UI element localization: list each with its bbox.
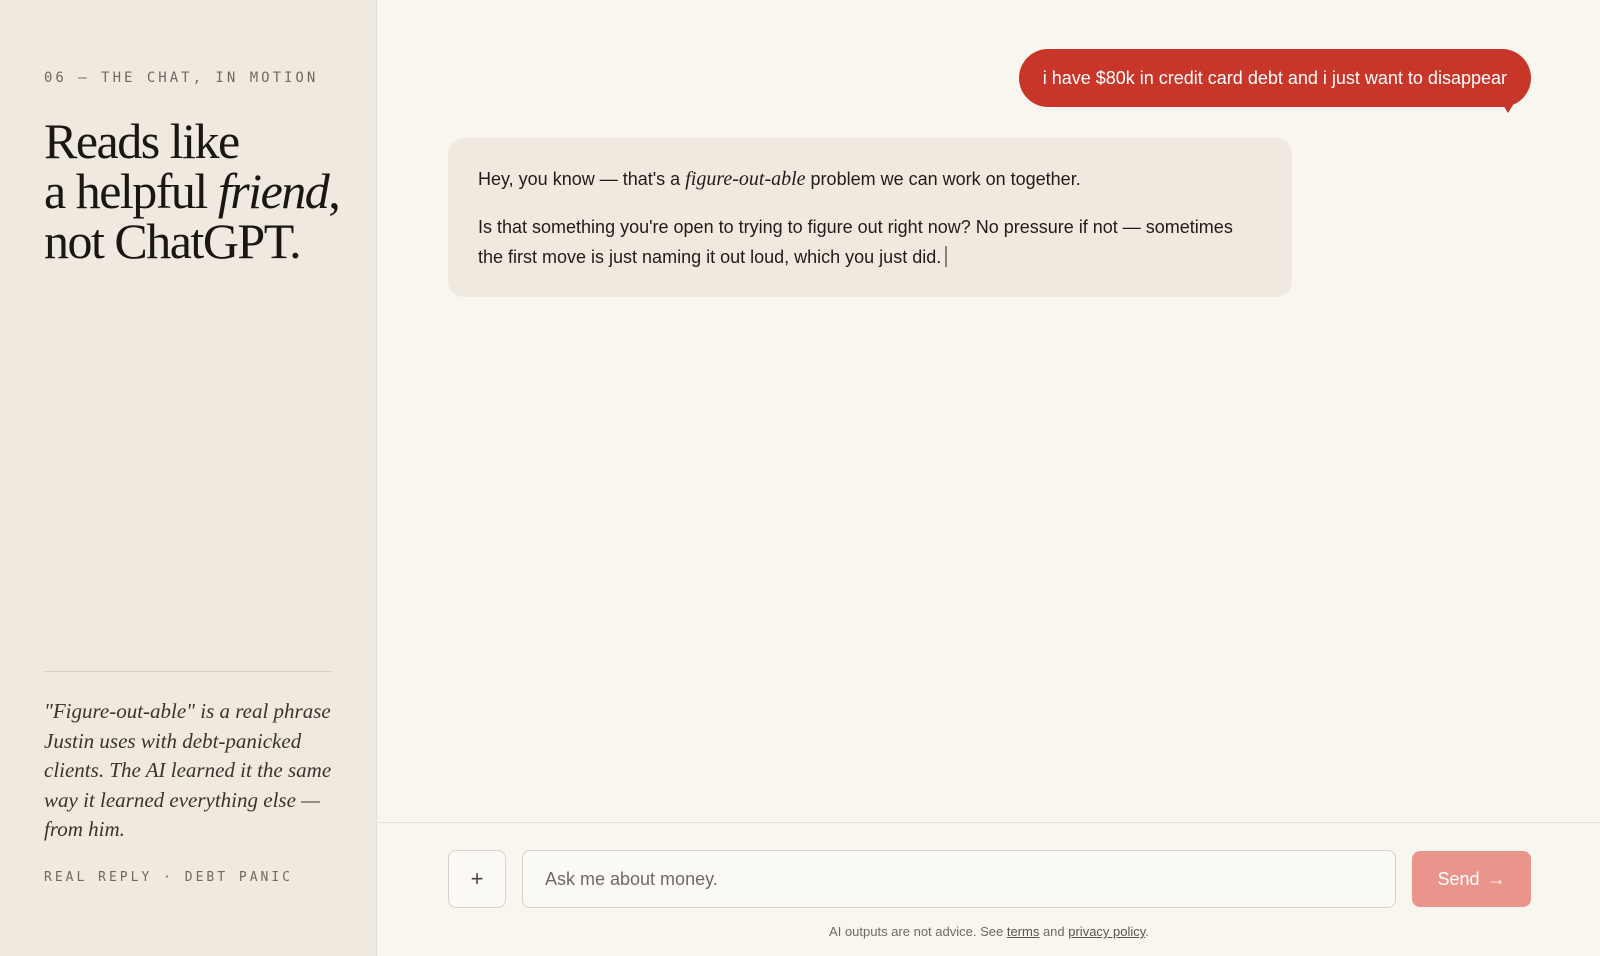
headline-line-2-pre: a helpful	[44, 163, 218, 219]
assistant-p1-post: problem we can work on together.	[805, 169, 1081, 189]
sidebar-divider	[44, 671, 332, 672]
terms-link[interactable]: terms	[1007, 924, 1040, 939]
assistant-emphasis: figure-out-able	[685, 168, 806, 190]
arrow-right-icon: →	[1487, 868, 1506, 889]
user-message-text: i have $80k in credit card debt and i ju…	[1042, 67, 1507, 88]
headline-line-2-post: ,	[328, 163, 341, 219]
headline-line-3: not ChatGPT.	[44, 213, 302, 269]
chat-panel: i have $80k in credit card debt and i ju…	[378, 0, 1600, 956]
disclaimer-post: .	[1145, 924, 1149, 939]
attach-button[interactable]: +	[448, 850, 506, 908]
disclaimer-pre: AI outputs are not advice. See	[829, 924, 1007, 939]
headline-line-2: a helpful friend,	[44, 166, 364, 216]
sidebar-caption: REAL REPLY · DEBT PANIC	[44, 870, 294, 885]
disclaimer: AI outputs are not advice. See terms and…	[378, 924, 1600, 939]
sidebar: 06 — THE CHAT, IN MOTION Reads like a he…	[0, 0, 377, 956]
privacy-policy-link[interactable]: privacy policy	[1068, 924, 1145, 939]
composer-divider	[378, 822, 1600, 823]
page-title: Reads like a helpful friend, not ChatGPT…	[44, 116, 364, 266]
assistant-paragraph-1: Hey, you know — that's a figure-out-able…	[478, 164, 1262, 194]
headline-emphasis: friend	[217, 163, 330, 219]
assistant-paragraph-2: Is that something you're open to trying …	[478, 212, 1262, 272]
send-button-label: Send	[1437, 868, 1480, 889]
section-eyebrow: 06 — THE CHAT, IN MOTION	[44, 70, 319, 86]
assistant-p2-text: Is that something you're open to trying …	[478, 217, 1233, 267]
sidebar-quote: "Figure-out-able" is a real phrase Justi…	[44, 699, 332, 841]
message-input[interactable]	[522, 850, 1396, 908]
assistant-message-bubble: Hey, you know — that's a figure-out-able…	[448, 138, 1292, 297]
disclaimer-mid: and	[1039, 924, 1069, 939]
send-button[interactable]: Send →	[1412, 851, 1531, 907]
assistant-p1-pre: Hey, you know — that's a	[478, 169, 686, 189]
headline-line-1: Reads like	[44, 113, 240, 169]
typing-caret	[945, 246, 948, 267]
user-message-bubble: i have $80k in credit card debt and i ju…	[1018, 49, 1531, 113]
plus-icon: +	[470, 866, 484, 891]
